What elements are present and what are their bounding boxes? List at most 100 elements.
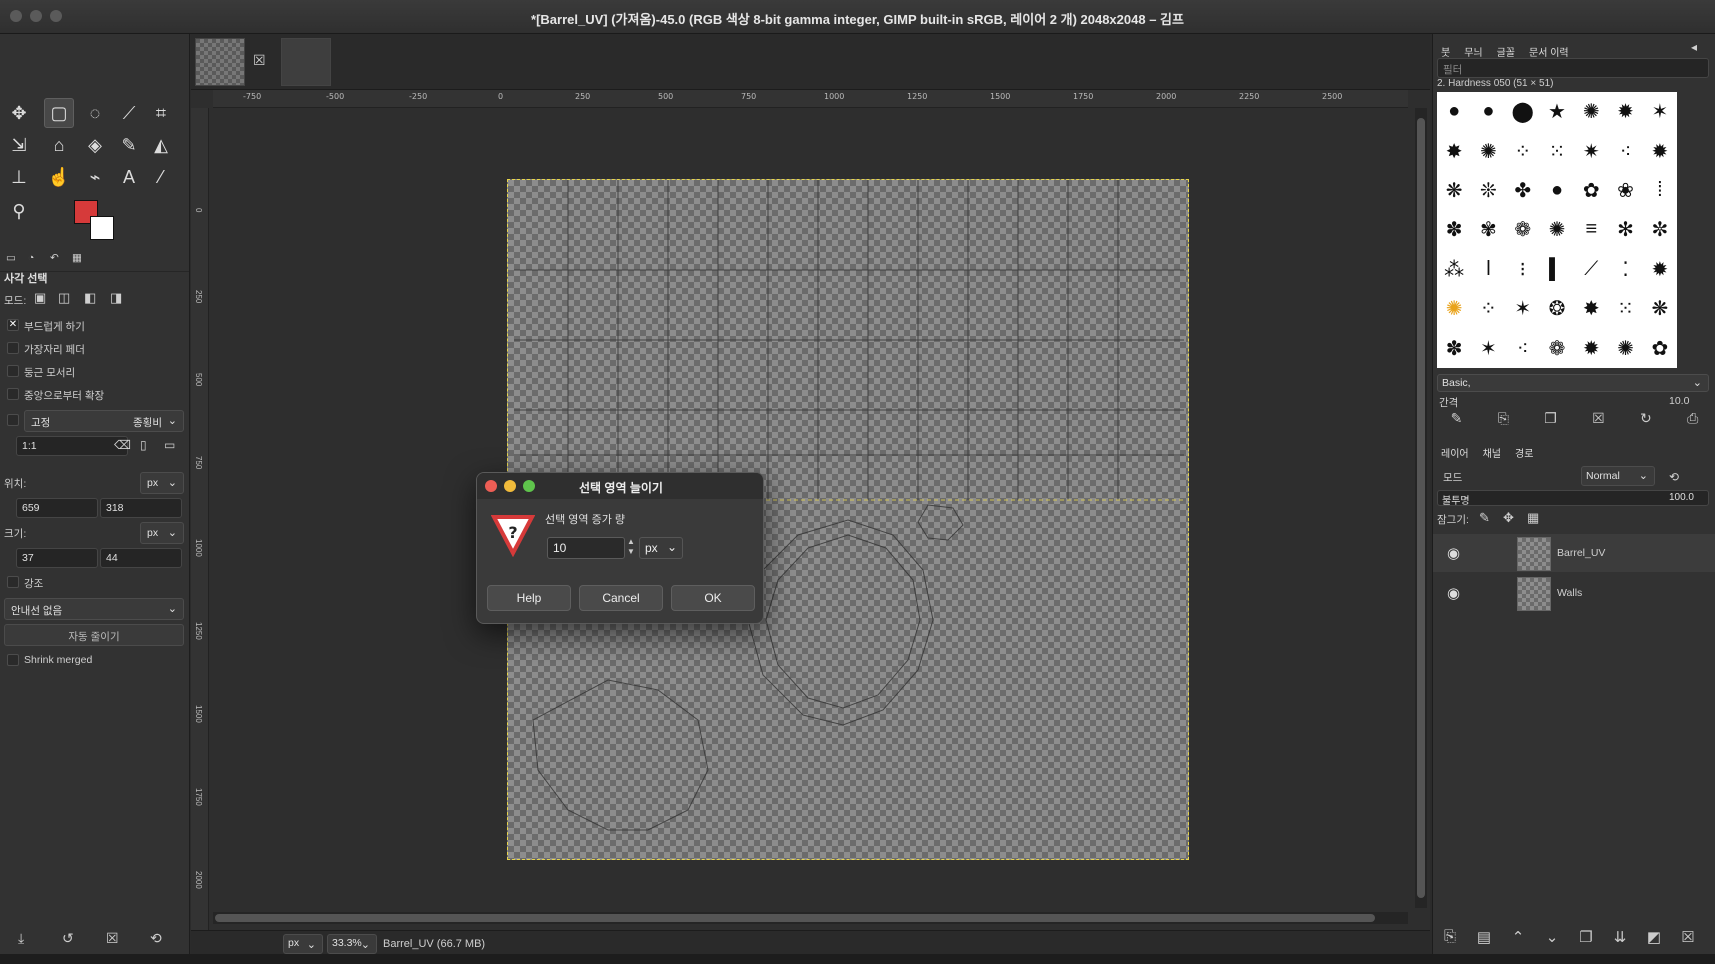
brush-item[interactable]: ❁ bbox=[1540, 329, 1574, 368]
layer-row[interactable]: ◉ Barrel_UV bbox=[1433, 534, 1715, 572]
shrink-merged-checkbox[interactable] bbox=[7, 654, 19, 666]
raise-layer-icon[interactable]: ⌃ bbox=[1501, 928, 1535, 946]
fuzzy-select-tool-icon[interactable]: ⟋ bbox=[114, 98, 144, 128]
brush-item[interactable]: ✽ bbox=[1437, 210, 1471, 249]
paintbrush-tool-icon[interactable]: ✎ bbox=[114, 130, 144, 160]
brush-item[interactable]: ǀ bbox=[1471, 250, 1505, 289]
crop-tool-icon[interactable]: ⌗ bbox=[146, 98, 176, 128]
brush-item[interactable]: ⁘ bbox=[1506, 131, 1540, 170]
restore-options-icon[interactable]: ↺ bbox=[62, 930, 74, 947]
duplicate-brush-icon[interactable]: ❐ bbox=[1544, 410, 1557, 438]
size-h-field[interactable]: 44 bbox=[100, 548, 182, 568]
brush-item[interactable]: ✶ bbox=[1643, 92, 1677, 131]
vertical-scrollbar[interactable] bbox=[1415, 108, 1427, 908]
brush-item[interactable]: ✽ bbox=[1437, 329, 1471, 368]
background-color-swatch[interactable] bbox=[90, 216, 114, 240]
size-w-field[interactable]: 37 bbox=[16, 548, 98, 568]
mode-intersect-icon[interactable]: ◨ bbox=[110, 290, 122, 306]
position-y-field[interactable]: 318 bbox=[100, 498, 182, 518]
dialog-minimize-button[interactable] bbox=[504, 480, 516, 492]
delete-brush-icon[interactable]: ☒ bbox=[1592, 410, 1605, 438]
spacing-value[interactable]: 10.0 bbox=[1669, 395, 1689, 407]
brush-item[interactable]: ⁖ bbox=[1506, 329, 1540, 368]
position-unit-dropdown[interactable]: px ⌄ bbox=[140, 472, 184, 494]
dialog-zoom-button[interactable] bbox=[523, 480, 535, 492]
brush-grid[interactable]: ● ● ⬤ ★ ✺ ✹ ✶ ✸ ✺ ⁘ ⁙ ✷ ⁖ ✹ ❋ ❊ ✤ ● ✿ ❀ ⁞ ✽ ✾ ❁ ✺ ≡ ✻ ✼ ⁂ ǀ ⁝ ▍ ⟋ ⁚ ✹ … bbox=[1437, 92, 1677, 368]
brush-item[interactable]: ✺ bbox=[1608, 329, 1642, 368]
mode-replace-icon[interactable]: ▣ bbox=[34, 290, 46, 306]
feather-checkbox[interactable] bbox=[7, 342, 19, 354]
opacity-slider[interactable]: 불투명 100.0 bbox=[1437, 490, 1709, 507]
brush-item[interactable]: ● bbox=[1437, 92, 1471, 131]
clear-field-icon[interactable]: ⌫ bbox=[114, 438, 131, 452]
merge-layer-icon[interactable]: ⇊ bbox=[1603, 928, 1637, 946]
brush-item[interactable]: ▍ bbox=[1540, 250, 1574, 289]
eraser-tool-icon[interactable]: ◭ bbox=[146, 130, 176, 160]
brush-item[interactable]: ✸ bbox=[1437, 131, 1471, 170]
brush-item[interactable]: ✶ bbox=[1506, 289, 1540, 328]
image-tab-screenshot[interactable] bbox=[281, 38, 331, 86]
brush-item[interactable]: ⁝ bbox=[1506, 250, 1540, 289]
highlight-checkbox[interactable] bbox=[7, 576, 19, 588]
undo-history-tab-icon[interactable]: ↶ bbox=[50, 252, 59, 264]
zoom-tool-icon[interactable]: ⚲ bbox=[4, 196, 34, 226]
brush-item[interactable]: ⁖ bbox=[1608, 131, 1642, 170]
vertical-scrollbar-thumb[interactable] bbox=[1417, 118, 1425, 898]
zoom-dropdown[interactable]: 33.3% ⌄ bbox=[327, 934, 377, 954]
new-layer-icon[interactable]: ⎘ bbox=[1433, 928, 1467, 946]
lasso-tool-icon[interactable]: ◌ bbox=[80, 98, 110, 128]
layer-mode-dropdown[interactable]: Normal ⌄ bbox=[1581, 466, 1655, 486]
brush-item[interactable]: ✹ bbox=[1643, 250, 1677, 289]
brush-item[interactable]: ✹ bbox=[1574, 329, 1608, 368]
size-unit-dropdown[interactable]: px ⌄ bbox=[140, 522, 184, 544]
brush-item[interactable]: ⁚ bbox=[1608, 250, 1642, 289]
delete-layer-icon[interactable]: ☒ bbox=[1671, 928, 1705, 946]
brush-item[interactable]: ✸ bbox=[1574, 289, 1608, 328]
brush-item[interactable]: ❁ bbox=[1506, 210, 1540, 249]
brush-item[interactable]: ✹ bbox=[1643, 131, 1677, 170]
brush-item[interactable]: ✻ bbox=[1608, 210, 1642, 249]
brush-item[interactable]: ✿ bbox=[1574, 171, 1608, 210]
open-brush-icon[interactable]: ⎙ bbox=[1687, 410, 1698, 438]
visibility-eye-icon[interactable]: ◉ bbox=[1447, 544, 1460, 562]
brush-item[interactable]: ⁞ bbox=[1643, 171, 1677, 210]
brush-item[interactable]: ❂ bbox=[1540, 289, 1574, 328]
clone-tool-icon[interactable]: ⊥ bbox=[4, 162, 34, 192]
brush-item[interactable]: ⁘ bbox=[1471, 289, 1505, 328]
grow-amount-input[interactable]: 10 bbox=[547, 537, 625, 559]
brush-item[interactable]: ⬤ bbox=[1506, 92, 1540, 131]
brush-item[interactable]: ❀ bbox=[1608, 171, 1642, 210]
duplicate-layer-icon[interactable]: ❐ bbox=[1569, 928, 1603, 946]
brush-item[interactable]: ⟋ bbox=[1574, 250, 1608, 289]
fixed-checkbox[interactable] bbox=[7, 414, 19, 426]
ok-button[interactable]: OK bbox=[671, 585, 755, 611]
brush-item[interactable]: ✾ bbox=[1471, 210, 1505, 249]
brush-item[interactable]: ⁙ bbox=[1540, 131, 1574, 170]
tab-paths[interactable]: 경로 bbox=[1511, 441, 1537, 463]
brush-item[interactable]: ❋ bbox=[1437, 171, 1471, 210]
brush-set-dropdown[interactable]: Basic, ⌄ bbox=[1437, 374, 1709, 392]
grow-amount-stepper[interactable]: ▲ ▼ bbox=[625, 537, 637, 559]
horizontal-scrollbar[interactable] bbox=[213, 912, 1408, 924]
guides-dropdown[interactable]: 안내선 없음 ⌄ bbox=[4, 598, 184, 620]
transform-tool-icon[interactable]: ⇲ bbox=[4, 130, 34, 160]
brush-item[interactable]: ★ bbox=[1540, 92, 1574, 131]
tab-layers[interactable]: 레이어 bbox=[1437, 441, 1473, 463]
brush-item[interactable]: ✺ bbox=[1437, 289, 1471, 328]
text-tool-icon[interactable]: A bbox=[114, 162, 144, 192]
brush-item[interactable]: ✷ bbox=[1574, 131, 1608, 170]
tab-channels[interactable]: 채널 bbox=[1479, 441, 1505, 463]
brush-item[interactable]: ❊ bbox=[1471, 171, 1505, 210]
device-status-tab-icon[interactable]: ◔ bbox=[28, 252, 34, 264]
reset-options-icon[interactable]: ⟲ bbox=[150, 930, 162, 947]
brush-item[interactable]: ✼ bbox=[1643, 210, 1677, 249]
new-group-icon[interactable]: ▤ bbox=[1467, 928, 1501, 946]
brush-filter-input[interactable]: 필터 bbox=[1437, 58, 1709, 78]
color-picker-tool-icon[interactable]: ⁄ bbox=[146, 162, 176, 192]
images-tab-icon[interactable]: ▦ bbox=[72, 252, 82, 264]
brush-item[interactable]: ✺ bbox=[1471, 131, 1505, 170]
brush-item[interactable]: ● bbox=[1540, 171, 1574, 210]
rect-select-tool-icon[interactable]: ▢ bbox=[44, 98, 74, 128]
bucket-fill-tool-icon[interactable]: ◈ bbox=[80, 130, 110, 160]
new-brush-icon[interactable]: ⎘ bbox=[1498, 410, 1509, 438]
